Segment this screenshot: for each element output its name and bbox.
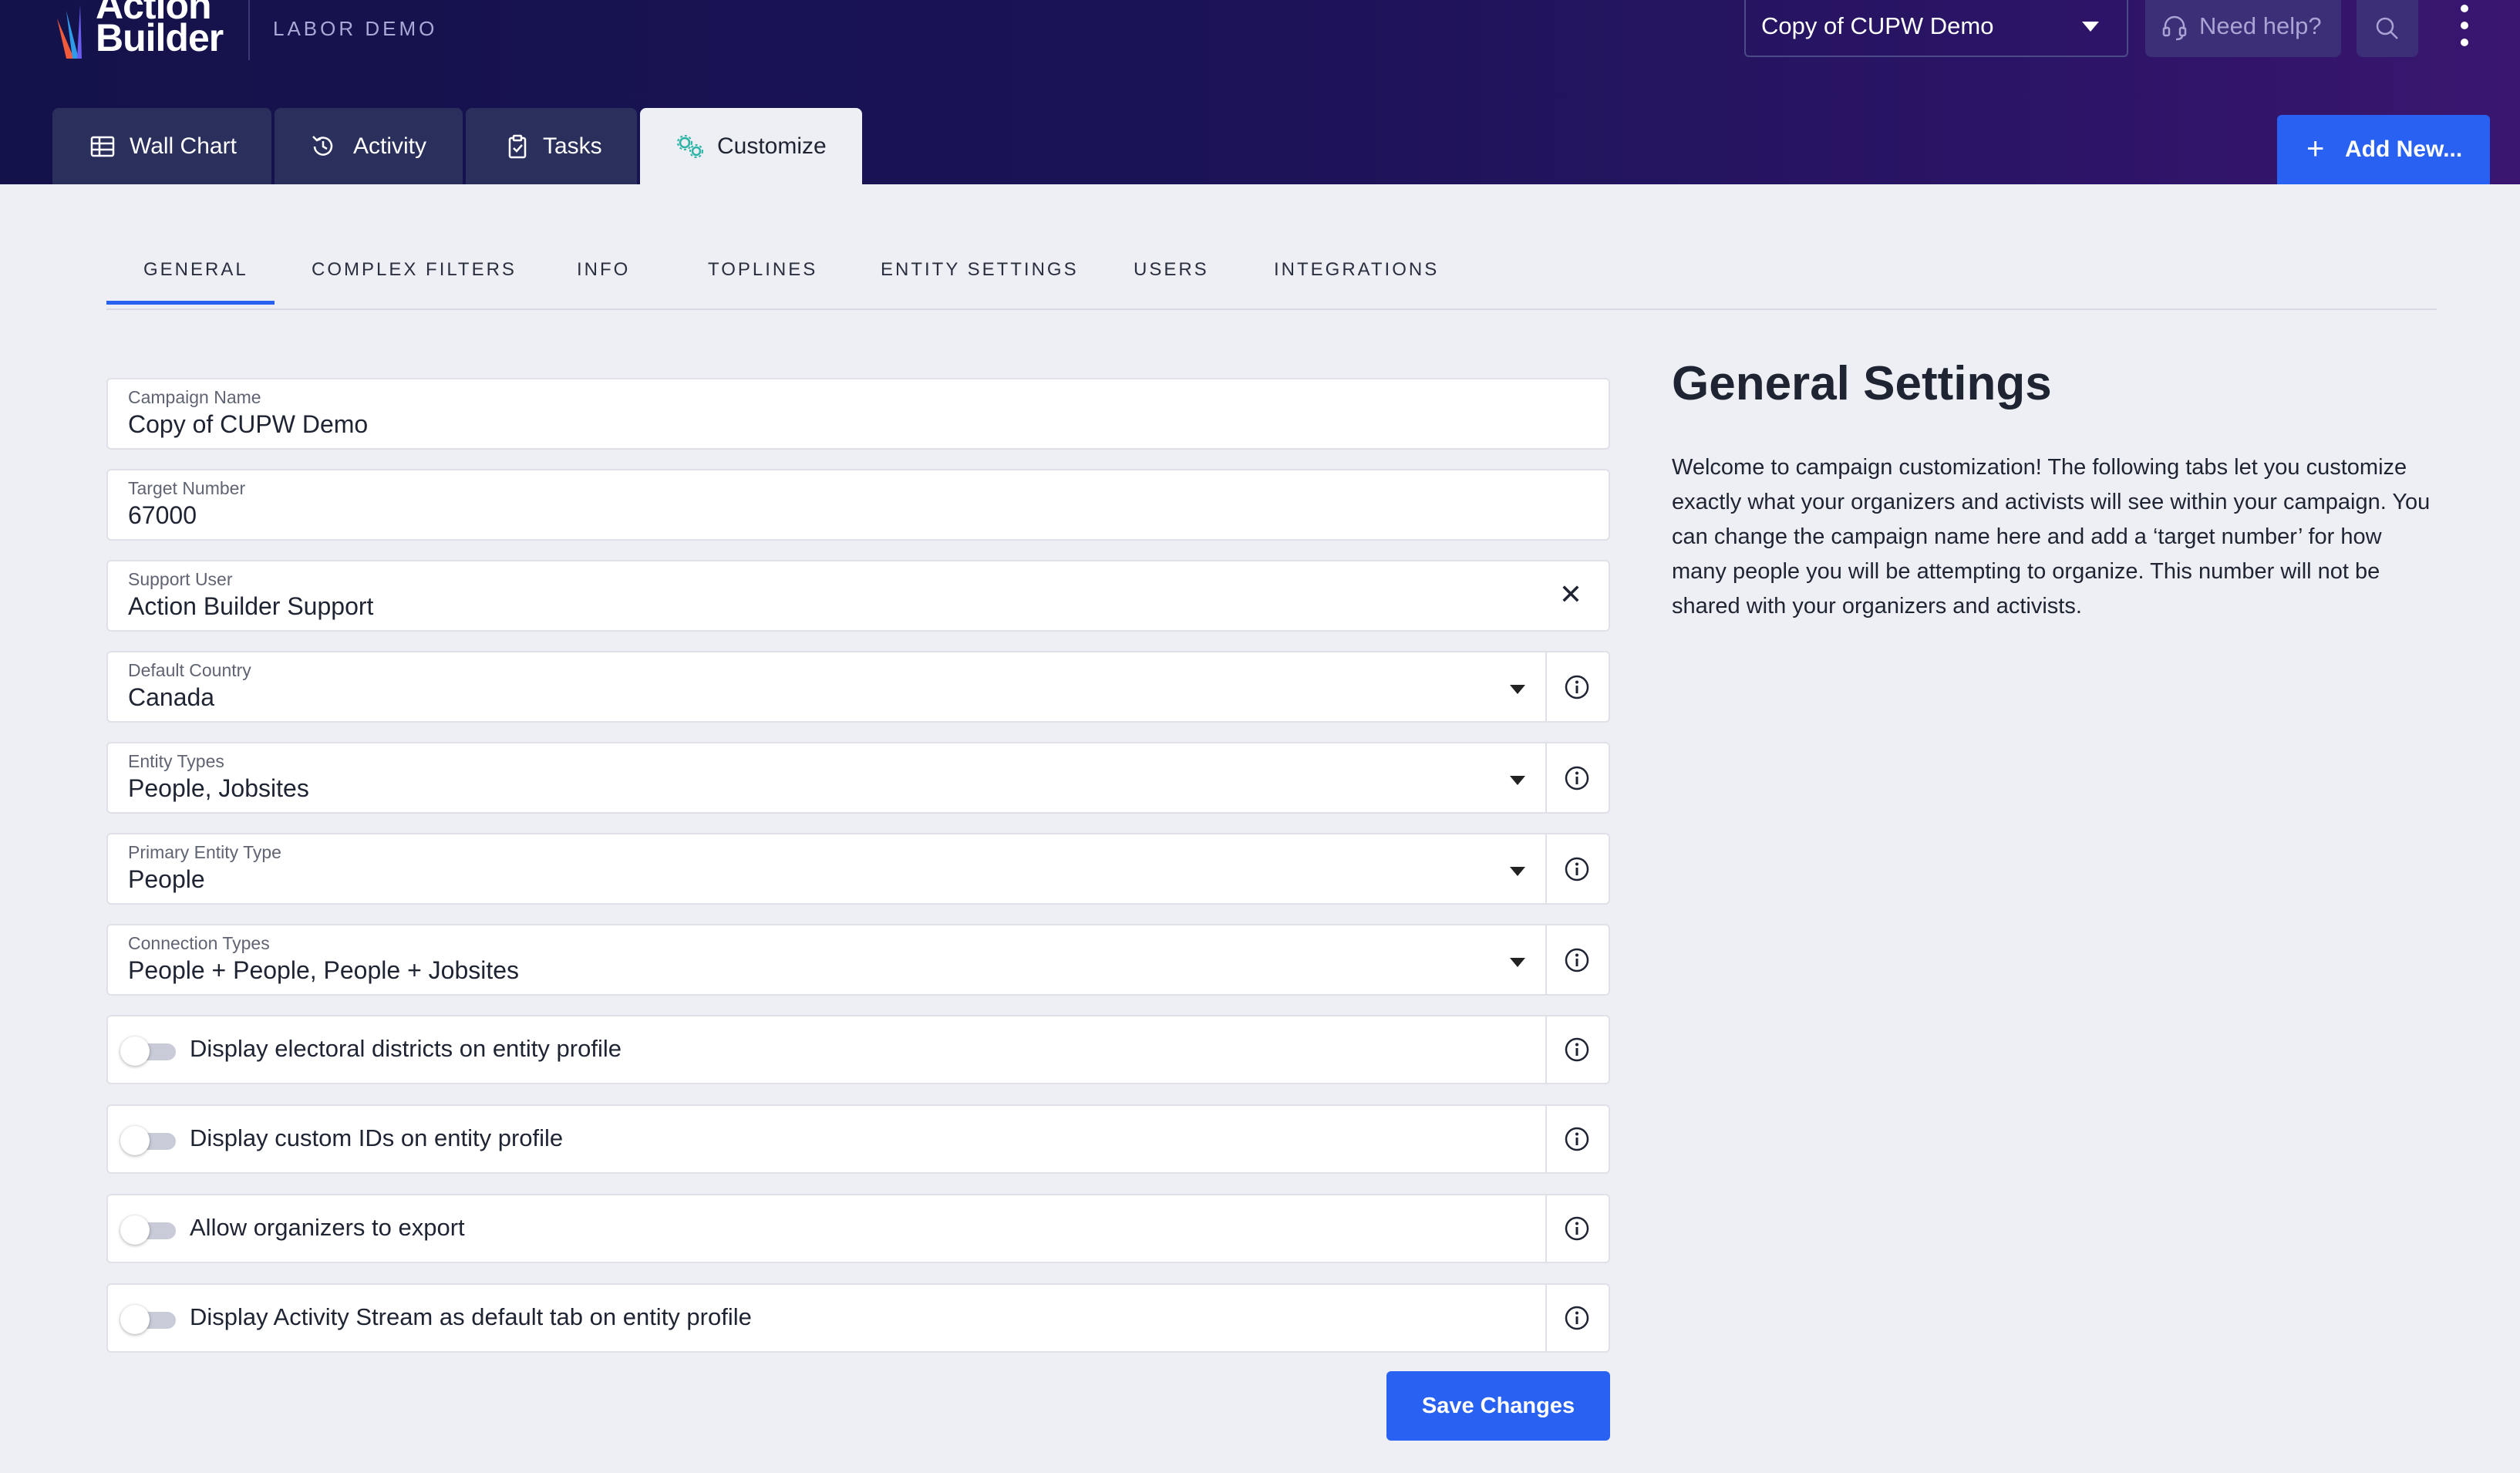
page-title: General Settings [1672, 357, 2052, 410]
connection-types-select[interactable]: Connection Types People + People, People… [106, 924, 1610, 996]
settings-description: Welcome to campaign customization! The f… [1672, 455, 2431, 619]
field-value: Canada [128, 683, 215, 711]
divider [1545, 652, 1547, 721]
action-builder-logo[interactable]: Action Builder [49, 0, 242, 60]
toggle-label: Display electoral districts on entity pr… [190, 1035, 622, 1062]
electoral-districts-toggle[interactable] [120, 1035, 176, 1066]
chevron-down-icon [2082, 22, 2099, 32]
subtab-users[interactable]: USERS [1134, 259, 1209, 281]
info-icon[interactable] [1564, 1036, 1590, 1063]
need-help-button[interactable]: Need help? [2145, 0, 2341, 57]
toggle-row-activity-stream: Display Activity Stream as default tab o… [106, 1283, 1610, 1353]
field-value: People + People, People + Jobsites [128, 956, 520, 984]
toggle-label: Allow organizers to export [190, 1214, 465, 1241]
subtab-info[interactable]: INFO [577, 259, 630, 281]
logo-text: Action Builder [96, 0, 224, 59]
tab-label: Customize [717, 133, 827, 159]
toggle-label: Display custom IDs on entity profile [190, 1124, 564, 1151]
field-value: People [128, 865, 205, 893]
info-icon[interactable] [1564, 1215, 1590, 1242]
tab-label: Wall Chart [130, 133, 237, 159]
org-name: LABOR DEMO [273, 17, 438, 40]
header-divider [248, 0, 250, 60]
headset-icon [2162, 15, 2187, 41]
tab-tasks[interactable]: Tasks [466, 108, 637, 184]
primary-entity-type-select[interactable]: Primary Entity Type People [106, 833, 1610, 905]
field-label: Default Country [128, 660, 251, 680]
campaign-name-field[interactable]: Campaign Name Copy of CUPW Demo [106, 378, 1610, 450]
field-value: Action Builder Support [128, 592, 374, 620]
tab-label: Activity [353, 133, 427, 159]
field-label: Campaign Name [128, 387, 261, 407]
chevron-down-icon [1510, 685, 1525, 694]
divider [1545, 1195, 1547, 1262]
info-icon[interactable] [1564, 1305, 1590, 1331]
field-label: Entity Types [128, 751, 224, 771]
default-country-select[interactable]: Default Country Canada [106, 651, 1610, 723]
custom-ids-toggle[interactable] [120, 1124, 176, 1155]
subtab-general[interactable]: GENERAL [143, 259, 248, 281]
subtab-complex-filters[interactable]: COMPLEX FILTERS [312, 259, 517, 281]
add-new-label: Add New... [2345, 137, 2463, 162]
tab-label: Tasks [543, 133, 602, 159]
toggle-row-electoral-districts: Display electoral districts on entity pr… [106, 1015, 1610, 1084]
campaign-select[interactable]: Copy of CUPW Demo [1744, 0, 2128, 57]
field-label: Connection Types [128, 933, 270, 953]
field-label: Support User [128, 569, 233, 589]
entity-types-select[interactable]: Entity Types People, Jobsites [106, 742, 1610, 814]
divider [1545, 743, 1547, 812]
divider [1545, 1106, 1547, 1172]
toggle-row-custom-ids: Display custom IDs on entity profile [106, 1104, 1610, 1174]
more-options-icon[interactable] [2449, 0, 2480, 54]
gears-icon [677, 135, 703, 158]
field-value: 67000 [128, 501, 197, 529]
plus-icon: + [2306, 132, 2325, 166]
chevron-down-icon [1510, 867, 1525, 876]
search-button[interactable] [2357, 0, 2418, 57]
info-icon[interactable] [1564, 1126, 1590, 1152]
table-icon [90, 136, 115, 157]
chevron-down-icon [1510, 776, 1525, 785]
active-subtab-indicator [106, 301, 275, 305]
support-user-field[interactable]: Support User Action Builder Support ✕ [106, 560, 1610, 632]
toggle-label: Display Activity Stream as default tab o… [190, 1303, 752, 1330]
toggle-row-organizers-export: Allow organizers to export [106, 1194, 1610, 1263]
divider [1545, 1016, 1547, 1083]
clipboard-icon [508, 134, 527, 159]
subtab-integrations[interactable]: INTEGRATIONS [1274, 259, 1439, 281]
need-help-label: Need help? [2199, 12, 2322, 39]
search-icon [2376, 17, 2398, 39]
divider [1545, 925, 1547, 994]
settings-subtabs: GENERAL COMPLEX FILTERS INFO TOPLINES EN… [106, 230, 2437, 310]
field-label: Target Number [128, 478, 246, 498]
subtab-entity-settings[interactable]: ENTITY SETTINGS [881, 259, 1079, 281]
organizers-export-toggle[interactable] [120, 1214, 176, 1245]
tab-activity[interactable]: Activity [275, 108, 463, 184]
activity-stream-toggle[interactable] [120, 1303, 176, 1334]
history-icon [312, 136, 333, 156]
info-icon[interactable] [1564, 856, 1590, 882]
add-new-button[interactable]: + Add New... [2277, 115, 2490, 184]
divider [1545, 834, 1547, 903]
save-changes-button[interactable]: Save Changes [1386, 1371, 1610, 1441]
field-label: Primary Entity Type [128, 842, 281, 862]
divider [1545, 1285, 1547, 1351]
field-value: Copy of CUPW Demo [128, 410, 369, 438]
chevron-down-icon [1510, 958, 1525, 967]
target-number-field[interactable]: Target Number 67000 [106, 469, 1610, 541]
tab-wall-chart[interactable]: Wall Chart [52, 108, 271, 184]
info-icon[interactable] [1564, 674, 1590, 700]
app-header: Action Builder LABOR DEMO Copy of CUPW D… [0, 0, 2520, 184]
campaign-select-value: Copy of CUPW Demo [1761, 12, 1994, 39]
tab-customize[interactable]: Customize [640, 108, 862, 184]
info-icon[interactable] [1564, 947, 1590, 973]
close-icon[interactable]: ✕ [1559, 578, 1582, 611]
info-icon[interactable] [1564, 765, 1590, 791]
field-value: People, Jobsites [128, 774, 309, 802]
subtab-toplines[interactable]: TOPLINES [708, 259, 817, 281]
